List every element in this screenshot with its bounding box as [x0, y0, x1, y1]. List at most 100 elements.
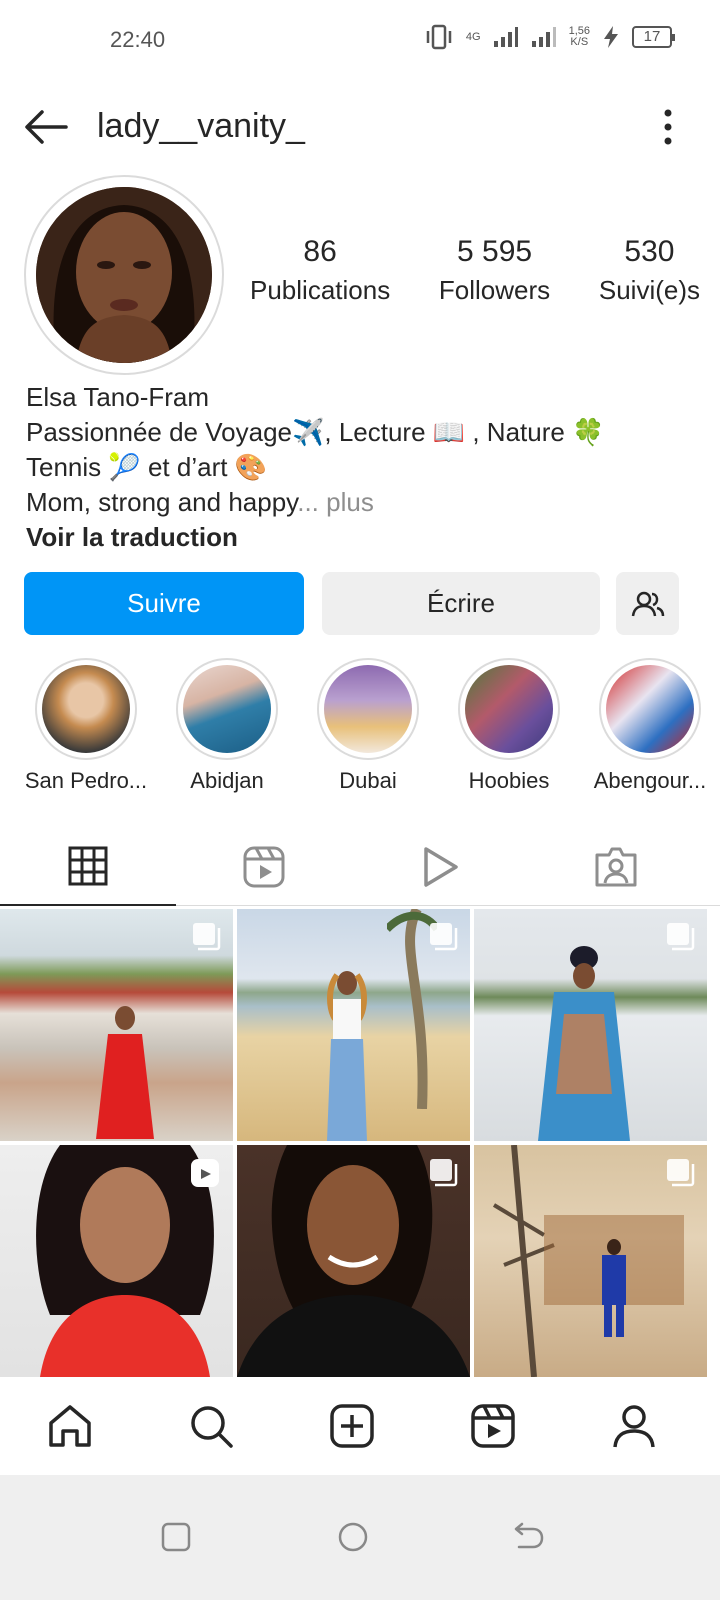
highlight-image [42, 665, 130, 753]
system-navigation [0, 1475, 720, 1600]
bio-line: Mom, strong and happy... plus [26, 485, 696, 520]
bio-line: Tennis 🎾 et d’art 🎨 [26, 452, 268, 482]
highlight-ring [458, 658, 560, 760]
tagged-icon [595, 847, 637, 887]
carousel-icon [430, 923, 458, 951]
post-thumbnail[interactable] [0, 1145, 233, 1377]
nav-new-post[interactable] [326, 1400, 378, 1452]
highlight-image [324, 665, 412, 753]
profile-bio: Elsa Tano-Fram Passionnée de Voyage✈️, L… [26, 380, 696, 555]
stat-value: 530 [624, 235, 675, 268]
battery-indicator: 17 [632, 26, 675, 48]
highlight-image [465, 665, 553, 753]
profile-stats: 86 Publications 5 595 Followers 530 Suiv… [240, 235, 710, 306]
message-button[interactable]: Écrire [322, 572, 600, 635]
bio-text: Mom, strong and happy [26, 487, 298, 517]
highlight-item[interactable]: Abengour... [580, 658, 720, 794]
network-speed: 1,56 K/S [569, 26, 590, 48]
post-thumbnail[interactable] [237, 1145, 470, 1377]
highlight-item[interactable]: San Pedro... [16, 658, 156, 794]
grid-icon [68, 846, 108, 886]
network-type: 4G [465, 30, 481, 43]
stat-followers[interactable]: 5 595 Followers [429, 235, 560, 306]
vibrate-icon [426, 24, 452, 50]
nav-reels[interactable] [467, 1400, 519, 1452]
arrow-left-icon [25, 110, 68, 144]
tab-reels[interactable] [176, 828, 352, 906]
more-options-button[interactable] [656, 107, 680, 147]
square-icon [161, 1522, 191, 1552]
post-thumbnail[interactable] [474, 1145, 707, 1377]
bio-line: Passionnée de Voyage✈️, Lecture 📖 , Natu… [26, 417, 605, 447]
carousel-icon [193, 923, 221, 951]
play-icon [424, 847, 458, 887]
story-highlights: San Pedro... Abidjan Dubai Hoobies Abeng… [0, 658, 720, 798]
carousel-icon [667, 923, 695, 951]
add-friends-icon [631, 591, 664, 616]
profile-header: lady__vanity_ [0, 95, 720, 160]
stat-following[interactable]: 530 Suivi(e)s [589, 235, 710, 306]
highlight-image [183, 665, 271, 753]
status-time: 22:40 [110, 27, 166, 52]
highlight-item[interactable]: Dubai [298, 658, 438, 794]
highlight-ring [317, 658, 419, 760]
profile-name: Elsa Tano-Fram [26, 382, 210, 412]
home-icon [49, 1405, 91, 1447]
highlight-ring [599, 658, 701, 760]
tab-tagged[interactable] [528, 828, 704, 906]
profile-tabs [0, 828, 720, 906]
circle-icon [338, 1522, 368, 1552]
carousel-icon [667, 1159, 695, 1187]
post-thumbnail[interactable] [474, 909, 707, 1141]
stat-label: Suivi(e)s [598, 275, 700, 305]
highlight-item[interactable]: Hoobies [439, 658, 579, 794]
back-icon [514, 1522, 544, 1549]
post-thumbnail[interactable] [0, 909, 233, 1141]
profile-actions: Suivre Écrire [24, 572, 680, 636]
nav-profile[interactable] [608, 1400, 660, 1452]
home-system-button[interactable] [335, 1519, 371, 1555]
highlight-ring [35, 658, 137, 760]
recent-apps-button[interactable] [158, 1519, 194, 1555]
tab-grid[interactable] [0, 828, 176, 906]
nav-search[interactable] [185, 1400, 237, 1452]
signal-2-icon [531, 27, 556, 47]
back-button[interactable] [22, 107, 70, 147]
signal-icon [493, 27, 518, 47]
reels-icon [243, 846, 285, 888]
highlight-item[interactable]: Abidjan [157, 658, 297, 794]
status-icons: 4G 1,56 K/S 17 [424, 24, 675, 50]
highlight-image [606, 665, 694, 753]
new-post-icon [330, 1404, 374, 1448]
status-bar: 22:40 4G 1,56 K/S 17 [0, 0, 720, 80]
reel-icon [191, 1159, 219, 1187]
carousel-icon [430, 1159, 458, 1187]
more-vertical-icon [664, 109, 672, 145]
search-icon [191, 1406, 233, 1448]
highlight-label: Dubai [339, 768, 397, 793]
highlight-ring [176, 658, 278, 760]
charging-icon [604, 26, 618, 48]
highlight-label: San Pedro... [24, 768, 148, 793]
reels-icon [471, 1404, 515, 1448]
stat-value: 86 [303, 235, 337, 268]
posts-grid [0, 909, 720, 1379]
highlight-label: Abengour... [593, 768, 707, 793]
speed-unit: K/S [570, 36, 589, 48]
stat-publications[interactable]: 86 Publications [240, 235, 400, 306]
translate-link[interactable]: Voir la traduction [26, 520, 696, 555]
profile-icon [613, 1405, 655, 1448]
follow-button[interactable]: Suivre [24, 572, 304, 635]
highlight-label: Hoobies [468, 768, 550, 793]
suggested-users-button[interactable] [616, 572, 679, 635]
post-thumbnail[interactable] [237, 909, 470, 1141]
bio-more-link[interactable]: ... plus [297, 487, 374, 517]
tab-videos[interactable] [352, 828, 528, 906]
avatar-image [36, 187, 212, 363]
back-system-button[interactable] [510, 1519, 546, 1555]
nav-home[interactable] [44, 1400, 96, 1452]
profile-avatar[interactable] [24, 175, 224, 375]
stat-label: Followers [438, 275, 551, 305]
stat-label: Publications [250, 275, 391, 305]
bottom-navigation [0, 1380, 720, 1475]
